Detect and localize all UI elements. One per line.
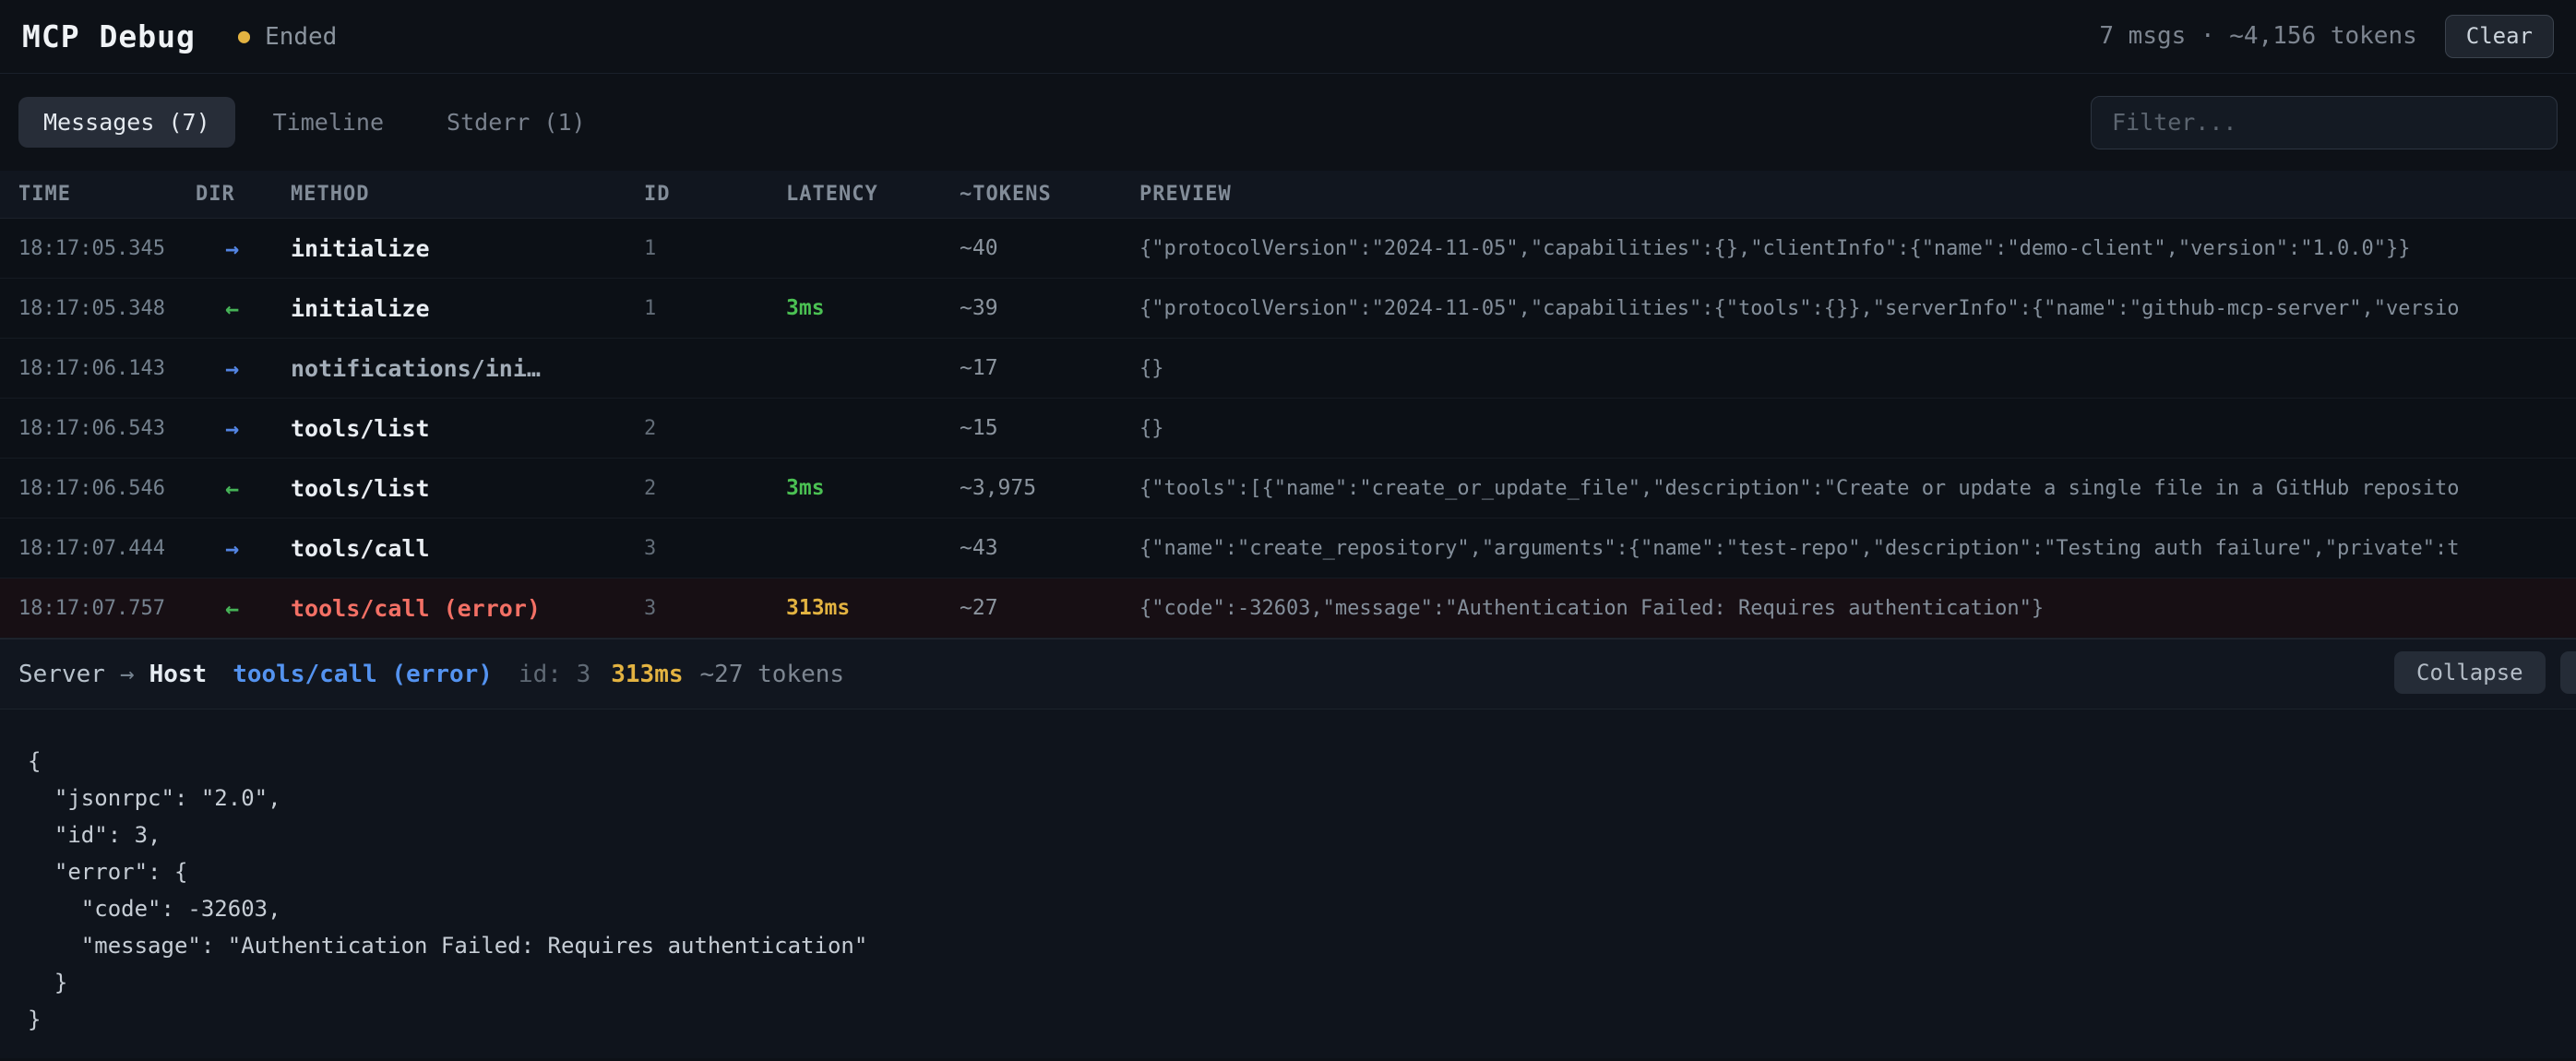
- row-id: 3: [644, 597, 786, 620]
- detail-method: tools/call (error): [233, 661, 493, 688]
- row-method: tools/call: [291, 535, 644, 562]
- row-time: 18:17:05.348: [18, 297, 196, 320]
- row-preview: {}: [1139, 357, 2576, 380]
- title-bar-right: 7 msgs · ~4,156 tokens Clear: [2099, 15, 2554, 57]
- detail-target: Host: [149, 661, 208, 688]
- column-header-latency: LATENCY: [786, 183, 960, 206]
- tab-messages[interactable]: Messages (7): [18, 97, 235, 148]
- table-row[interactable]: 18:17:06.543 → tools/list 2 ~15 {}: [0, 399, 2576, 459]
- message-count-summary: 7 msgs · ~4,156 tokens: [2099, 22, 2416, 50]
- row-time: 18:17:06.546: [18, 477, 196, 500]
- detail-source: Server: [18, 661, 105, 688]
- collapse-button[interactable]: Collapse: [2394, 651, 2546, 694]
- row-method: notifications/ini…: [291, 355, 644, 382]
- column-header-time: TIME: [18, 183, 196, 206]
- row-preview: {"name":"create_repository","arguments":…: [1139, 537, 2576, 560]
- direction-arrow-icon: →: [196, 415, 291, 442]
- tab-timeline[interactable]: Timeline: [248, 97, 409, 148]
- tab-bar: Messages (7) Timeline Stderr (1): [0, 74, 2576, 171]
- direction-arrow-icon: ←: [196, 595, 291, 622]
- direction-arrow-icon: →: [196, 235, 291, 262]
- direction-arrow-icon: ←: [196, 475, 291, 502]
- detail-actions: Collapse Copy: [2394, 651, 2576, 694]
- row-time: 18:17:07.757: [18, 597, 196, 620]
- row-time: 18:17:06.543: [18, 417, 196, 440]
- row-method: tools/call (error): [291, 595, 644, 622]
- direction-arrow-icon: →: [196, 355, 291, 382]
- table-row[interactable]: 18:17:07.757 ← tools/call (error) 3 313m…: [0, 578, 2576, 638]
- title-bar: MCP Debug ● Ended 7 msgs · ~4,156 tokens…: [0, 0, 2576, 74]
- row-preview: {"protocolVersion":"2024-11-05","capabil…: [1139, 297, 2576, 320]
- row-tokens: ~43: [960, 536, 1139, 560]
- row-tokens: ~3,975: [960, 476, 1139, 500]
- row-preview: {"protocolVersion":"2024-11-05","capabil…: [1139, 237, 2576, 260]
- table-header: TIME DIR METHOD ID LATENCY ~TOKENS PREVI…: [0, 171, 2576, 219]
- row-preview: {"code":-32603,"message":"Authentication…: [1139, 597, 2576, 620]
- row-id: 1: [644, 237, 786, 260]
- row-time: 18:17:07.444: [18, 537, 196, 560]
- clear-button[interactable]: Clear: [2445, 15, 2554, 57]
- tab-stderr[interactable]: Stderr (1): [422, 97, 611, 148]
- session-status: Ended: [265, 23, 337, 51]
- row-id: 2: [644, 477, 786, 500]
- status-dot-icon: ●: [238, 27, 250, 47]
- message-json-body: { "jsonrpc": "2.0", "id": 3, "error": { …: [0, 709, 2576, 1058]
- row-id: 2: [644, 417, 786, 440]
- row-preview: {"tools":[{"name":"create_or_update_file…: [1139, 477, 2576, 500]
- row-method: tools/list: [291, 415, 644, 442]
- table-row[interactable]: 18:17:06.546 ← tools/list 2 3ms ~3,975 {…: [0, 459, 2576, 519]
- row-latency: 3ms: [786, 296, 960, 320]
- direction-arrow-icon: →: [120, 661, 135, 688]
- mcp-debug-window: MCP Debug ● Ended 7 msgs · ~4,156 tokens…: [0, 0, 2576, 1061]
- direction-arrow-icon: →: [196, 535, 291, 562]
- row-method: initialize: [291, 235, 644, 262]
- detail-panel-header: Server → Host tools/call (error) id: 3 3…: [0, 638, 2576, 709]
- row-tokens: ~27: [960, 596, 1139, 620]
- table-row[interactable]: 18:17:07.444 → tools/call 3 ~43 {"name":…: [0, 519, 2576, 578]
- column-header-id: ID: [644, 183, 786, 206]
- filter-input[interactable]: [2091, 96, 2558, 149]
- page-title: MCP Debug: [22, 18, 196, 54]
- column-header-preview: PREVIEW: [1139, 183, 2576, 206]
- table-row[interactable]: 18:17:05.345 → initialize 1 ~40 {"protoc…: [0, 219, 2576, 279]
- detail-tokens: ~27 tokens: [700, 661, 845, 688]
- row-tokens: ~15: [960, 416, 1139, 440]
- table-row[interactable]: 18:17:05.348 ← initialize 1 3ms ~39 {"pr…: [0, 279, 2576, 339]
- row-time: 18:17:06.143: [18, 357, 196, 380]
- row-time: 18:17:05.345: [18, 237, 196, 260]
- column-header-tokens: ~TOKENS: [960, 183, 1139, 206]
- row-latency: 3ms: [786, 476, 960, 500]
- row-tokens: ~39: [960, 296, 1139, 320]
- row-id: 1: [644, 297, 786, 320]
- detail-latency: 313ms: [611, 661, 683, 688]
- row-tokens: ~40: [960, 236, 1139, 260]
- row-latency: 313ms: [786, 596, 960, 620]
- row-id: 3: [644, 537, 786, 560]
- column-header-dir: DIR: [196, 183, 291, 206]
- row-method: tools/list: [291, 475, 644, 502]
- column-header-method: METHOD: [291, 183, 644, 206]
- row-tokens: ~17: [960, 356, 1139, 380]
- detail-id: id: 3: [519, 661, 590, 688]
- table-row[interactable]: 18:17:06.143 → notifications/ini… ~17 {}: [0, 339, 2576, 399]
- copy-button[interactable]: Copy: [2560, 651, 2576, 694]
- message-table: 18:17:05.345 → initialize 1 ~40 {"protoc…: [0, 219, 2576, 638]
- row-preview: {}: [1139, 417, 2576, 440]
- row-method: initialize: [291, 295, 644, 322]
- direction-arrow-icon: ←: [196, 295, 291, 322]
